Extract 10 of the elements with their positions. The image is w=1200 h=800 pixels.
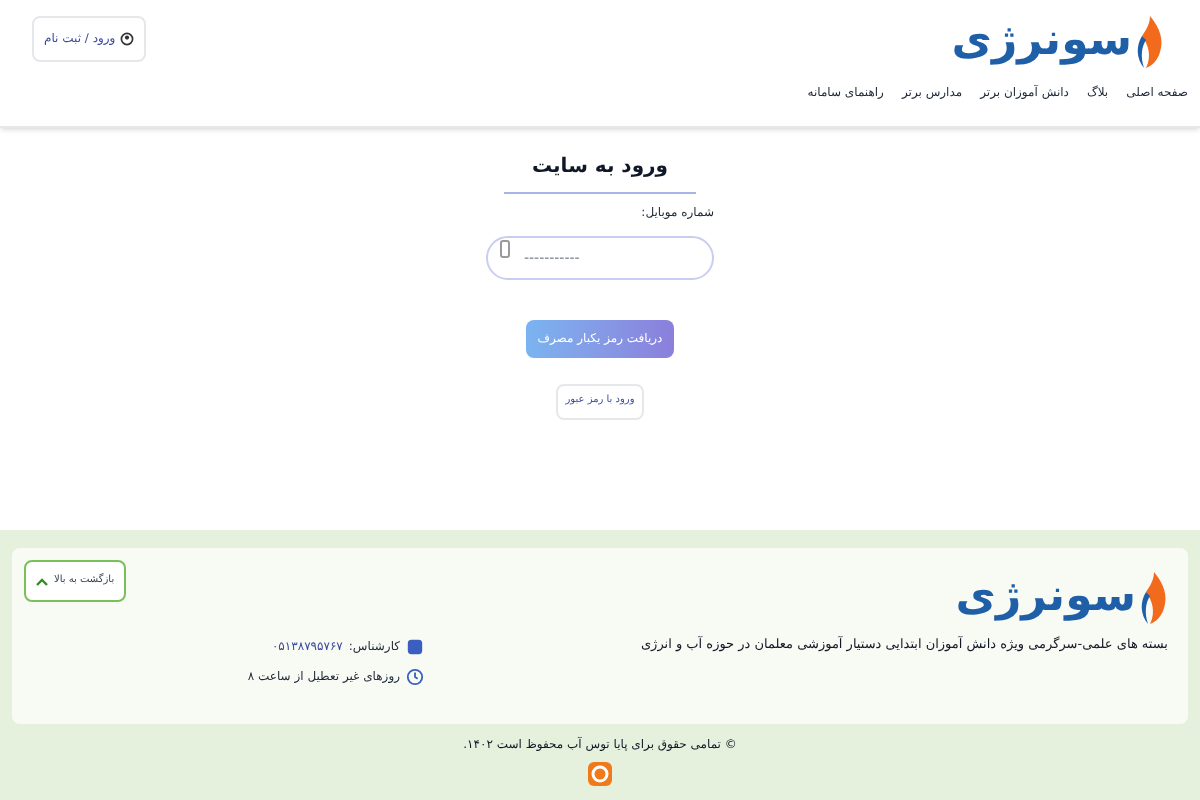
flame-icon bbox=[1140, 572, 1168, 624]
logo-text: سونرژی bbox=[955, 576, 1136, 620]
page-title: ورود به سایت bbox=[504, 152, 696, 194]
user-icon bbox=[119, 32, 134, 46]
caret-up-icon bbox=[36, 577, 48, 585]
badge-icon bbox=[588, 762, 612, 786]
flame-icon bbox=[1136, 16, 1164, 68]
logo-text: سونرژی bbox=[951, 20, 1132, 64]
clock-icon bbox=[406, 668, 424, 686]
mobile-icon bbox=[500, 240, 510, 258]
